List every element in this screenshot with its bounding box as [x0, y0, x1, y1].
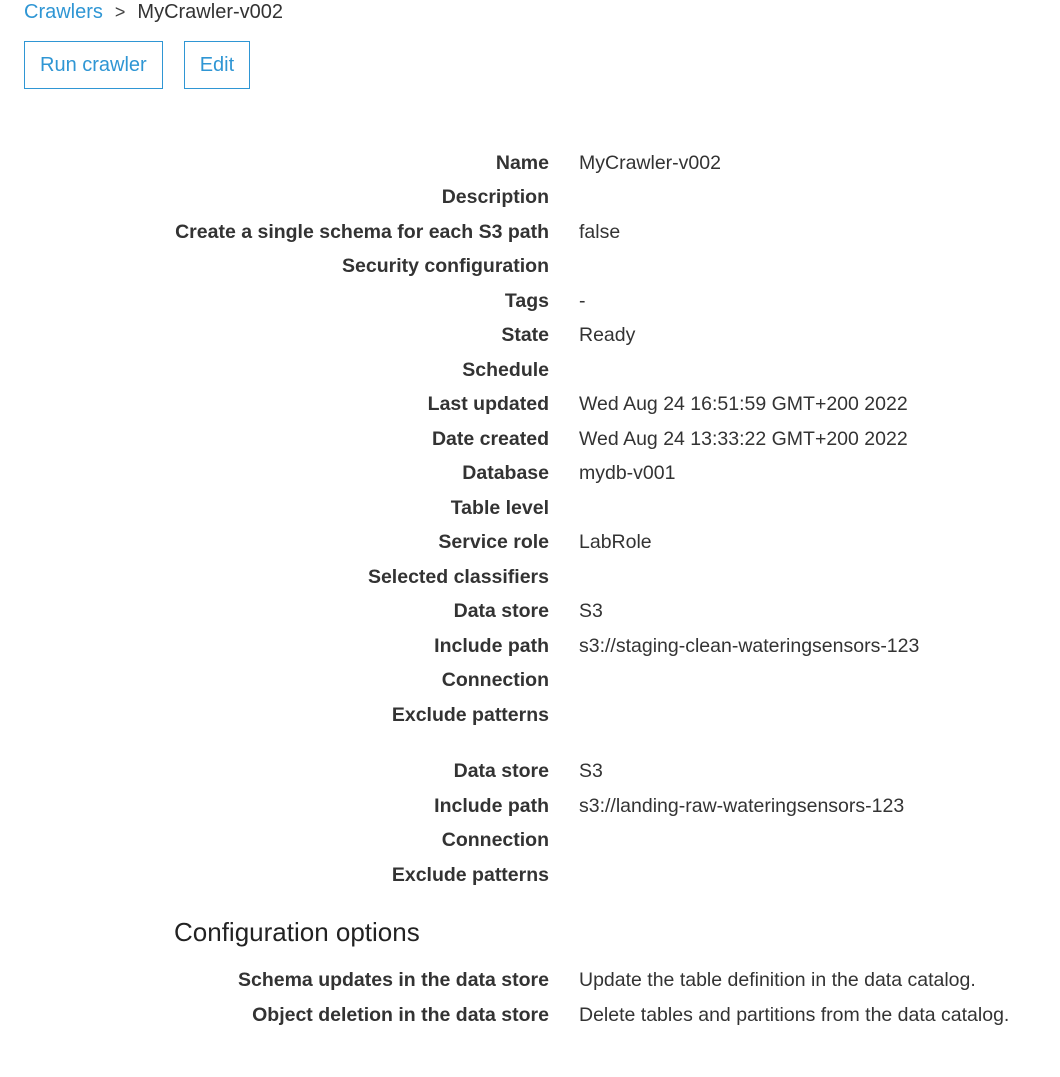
detail-row: Create a single schema for each S3 path f…: [0, 215, 1060, 250]
detail-row: Schema updates in the data store Update t…: [0, 967, 1060, 1002]
detail-label: Create a single schema for each S3 path: [175, 220, 549, 243]
detail-row: Connection: [0, 664, 1060, 699]
detail-row: Schedule: [0, 353, 1060, 388]
detail-label: Date created: [431, 427, 549, 450]
detail-value: LabRole: [579, 531, 652, 554]
detail-row: Include path s3://landing-raw-wateringsen…: [0, 789, 1060, 824]
detail-label: Last updated: [427, 393, 549, 416]
detail-value: Wed Aug 24 13:33:22 GMT+200 2022: [579, 427, 908, 450]
detail-label: Selected classifiers: [367, 565, 549, 588]
detail-label: Database: [462, 462, 549, 485]
detail-label: Connection: [441, 829, 549, 852]
detail-label: Include path: [434, 794, 549, 817]
detail-label: Tags: [504, 289, 549, 312]
breadcrumb-crawlers-link[interactable]: Crawlers: [24, 0, 103, 24]
detail-label: State: [501, 324, 549, 347]
detail-row: Include path s3://staging-clean-waterings…: [0, 629, 1060, 664]
detail-label: Table level: [450, 496, 549, 519]
detail-value: Update the table definition in the data …: [579, 969, 976, 991]
detail-label: Object deletion in the data store: [252, 1003, 549, 1026]
detail-row: Table level: [0, 491, 1060, 526]
detail-value: s3://staging-clean-wateringsensors-123: [579, 634, 920, 657]
detail-row: Exclude patterns: [0, 698, 1060, 733]
detail-row: Data store S3: [0, 755, 1060, 790]
detail-label: Description: [441, 186, 549, 209]
detail-row: Data store S3: [0, 595, 1060, 630]
detail-value: MyCrawler-v002: [579, 151, 721, 174]
detail-value: Wed Aug 24 16:51:59 GMT+200 2022: [579, 393, 908, 416]
edit-button[interactable]: Edit: [183, 41, 251, 89]
breadcrumb-current: MyCrawler-v002: [137, 1, 284, 23]
detail-row: Last updated Wed Aug 24 16:51:59 GMT+200 …: [0, 388, 1060, 423]
detail-value: S3: [579, 760, 603, 783]
detail-label: Data store: [453, 760, 549, 783]
detail-value: -: [579, 289, 586, 312]
detail-row: Service role LabRole: [0, 526, 1060, 561]
detail-row: Description: [0, 181, 1060, 216]
detail-label: Exclude patterns: [391, 863, 549, 886]
detail-row: Exclude patterns: [0, 858, 1060, 893]
crawler-details: Name MyCrawler-v002 Description Create a si…: [0, 146, 1060, 893]
detail-label: Include path: [434, 634, 549, 657]
detail-label: Data store: [453, 600, 549, 623]
detail-label: Security configuration: [342, 255, 549, 278]
detail-row: Object deletion in the data store Delete …: [0, 1002, 1060, 1037]
chevron-right-icon: >: [114, 2, 126, 22]
detail-row: Database mydb-v001: [0, 457, 1060, 492]
detail-value: Delete tables and partitions from the da…: [579, 1003, 1010, 1026]
detail-value: false: [579, 220, 621, 243]
detail-value: S3: [579, 600, 603, 623]
detail-value: mydb-v001: [579, 462, 676, 485]
detail-value: s3://landing-raw-wateringsensors-123: [579, 794, 905, 817]
detail-label: Name: [495, 151, 549, 174]
config-section-title: Configuration options: [174, 917, 420, 947]
detail-row: Date created Wed Aug 24 13:33:22 GMT+200 …: [0, 422, 1060, 457]
run-crawler-button[interactable]: Run crawler: [24, 41, 163, 89]
detail-label: Schedule: [462, 358, 549, 381]
detail-label: Service role: [438, 531, 549, 554]
detail-label: Exclude patterns: [391, 703, 549, 726]
detail-label: Connection: [441, 669, 549, 692]
detail-row: Connection: [0, 824, 1060, 859]
config-details: Schema updates in the data store Update t…: [0, 967, 1060, 1036]
detail-row: State Ready: [0, 319, 1060, 354]
detail-row: Tags -: [0, 284, 1060, 319]
breadcrumb: Crawlers > MyCrawler-v002: [24, 0, 283, 24]
detail-row: Selected classifiers: [0, 560, 1060, 595]
detail-value: Ready: [579, 324, 636, 347]
detail-row: Security configuration: [0, 250, 1060, 285]
detail-label: Schema updates in the data store: [237, 969, 549, 991]
detail-row: Name MyCrawler-v002: [0, 146, 1060, 181]
